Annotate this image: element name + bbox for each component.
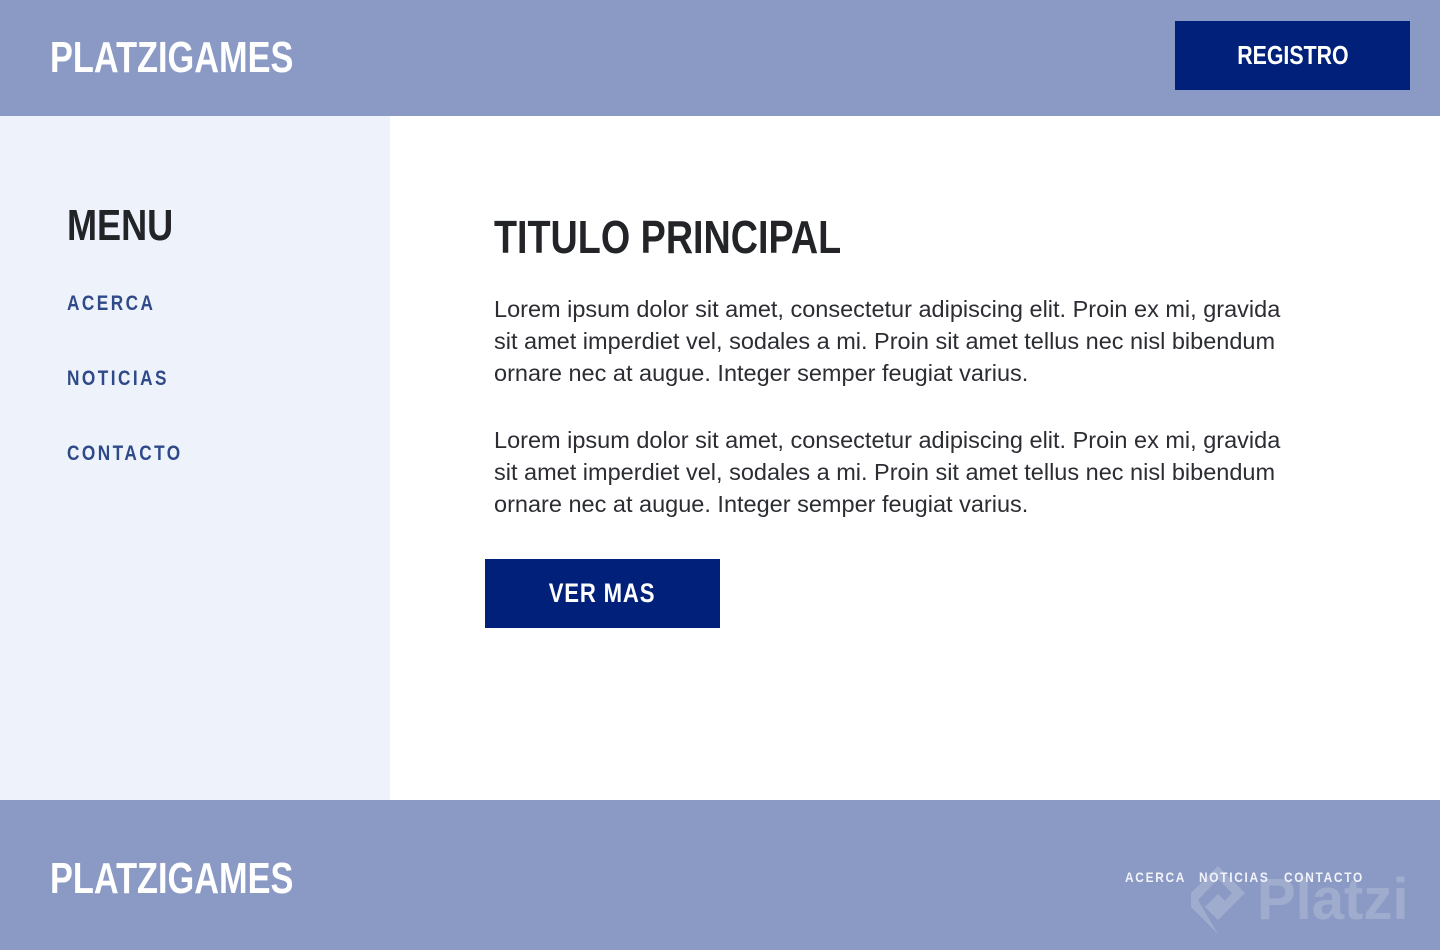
footer-link-contacto[interactable]: CONTACTO [1284,870,1364,884]
ver-mas-button-label: VER MAS [549,578,656,608]
sidebar-item-noticias[interactable]: NOTICIAS [67,368,169,389]
menu-title: MENU [67,201,174,250]
header-brand-logo[interactable]: PLATZIGAMES [50,36,293,80]
footer-link-noticias[interactable]: NOTICIAS [1199,870,1269,884]
register-button-label: REGISTRO [1236,40,1349,70]
footer-brand-logo[interactable]: PLATZIGAMES [50,857,293,901]
register-button[interactable]: REGISTRO [1175,21,1410,90]
footer-link-acerca[interactable]: ACERCA [1125,870,1186,884]
page-title: TITULO PRINCIPAL [494,211,842,263]
body-paragraph: Lorem ipsum dolor sit amet, consectetur … [494,427,1281,517]
body-paragraph: Lorem ipsum dolor sit amet, consectetur … [494,296,1281,386]
site-header: PLATZIGAMES REGISTRO [0,0,1440,116]
sidebar-item-contacto[interactable]: CONTACTO [67,443,183,464]
sidebar-item-acerca[interactable]: ACERCA [67,293,155,314]
sidebar-menu: MENU ACERCA NOTICIAS CONTACTO [0,116,390,800]
site-footer: PLATZIGAMES Platzi ACERCA NOTICIAS CONTA… [0,800,1440,950]
main-content: TITULO PRINCIPAL Lorem ipsum dolor sit a… [390,116,1440,800]
ver-mas-button[interactable]: VER MAS [485,559,720,628]
footer-nav: ACERCA NOTICIAS CONTACTO [1125,870,1370,884]
